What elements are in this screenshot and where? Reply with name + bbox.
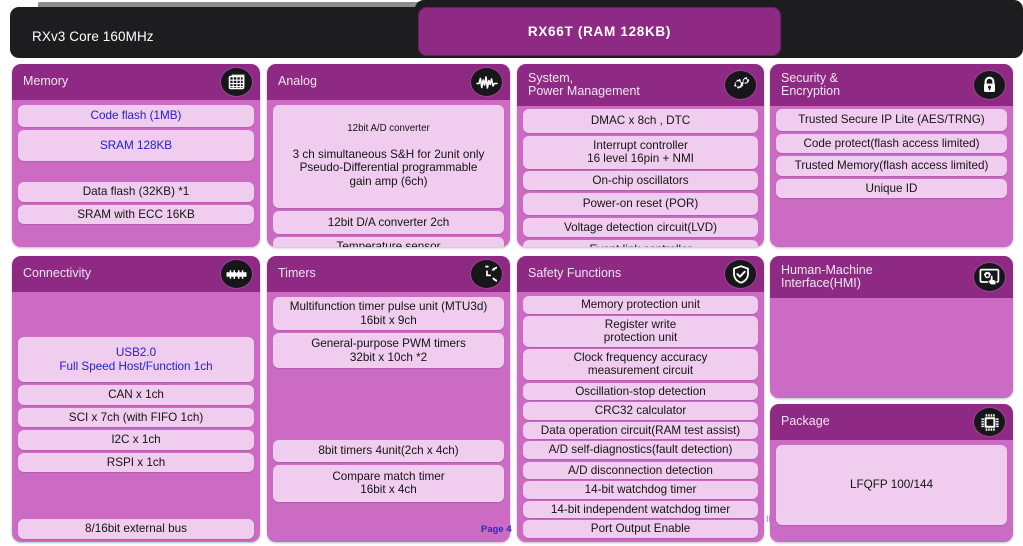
block-human-machine-interface[interactable]: Human-Machine Interface(HMI): [770, 256, 1013, 398]
block-body: USB2.0 Full Speed Host/Function 1ch CAN …: [12, 292, 260, 542]
feature-pill[interactable]: A/D self-diagnostics(fault detection): [523, 441, 758, 459]
feature-pill[interactable]: Unique ID: [776, 178, 1007, 198]
feature-pill[interactable]: 14-bit independent watchdog timer: [523, 500, 758, 518]
feature-pill[interactable]: Temperature sensor: [273, 237, 504, 247]
block-body: 12bit A/D converter 3 ch simultaneous S&…: [267, 100, 510, 247]
waveform-icon: [471, 68, 502, 96]
feature-pill[interactable]: SCI x 7ch (with FIFO 1ch): [18, 407, 254, 427]
feature-pill[interactable]: 12bit D/A converter 2ch: [273, 210, 504, 234]
block-title: Security & Encryption: [781, 70, 841, 98]
block-analog[interactable]: Analog 12bit A/D converter 3 ch simultan…: [267, 64, 510, 247]
block-memory[interactable]: Memory Code flash (1MB) SRAM 128KB Data …: [12, 64, 260, 247]
block-header: System, Power Management: [517, 64, 764, 106]
feature-pill[interactable]: General-purpose PWM timers 32bit x 10ch …: [273, 333, 504, 368]
feature-pill[interactable]: 14-bit watchdog timer: [523, 481, 758, 499]
block-header: Timers: [267, 256, 510, 292]
gap: [18, 297, 254, 337]
feature-pill[interactable]: A/D disconnection detection: [523, 461, 758, 479]
feature-pill[interactable]: LFQFP 100/144: [776, 445, 1007, 525]
block-body: [770, 298, 1013, 309]
feature-pill[interactable]: SRAM with ECC 16KB: [18, 204, 254, 224]
feature-pill[interactable]: RSPI x 1ch: [18, 452, 254, 472]
block-header: Memory: [12, 64, 260, 100]
block-body: Multifunction timer pulse unit (MTU3d) 1…: [267, 292, 510, 511]
feature-pill-group[interactable]: 12bit A/D converter 3 ch simultaneous S&…: [273, 105, 504, 208]
block-title: Safety Functions: [528, 266, 622, 281]
block-title: Connectivity: [23, 266, 92, 281]
block-body: Trusted Secure IP Lite (AES/TRNG) Code p…: [770, 106, 1013, 207]
gap: [18, 475, 254, 519]
feature-pill[interactable]: Code protect(flash access limited): [776, 133, 1007, 153]
lock-icon: [974, 71, 1005, 99]
feature-pill[interactable]: Data flash (32KB) *1: [18, 182, 254, 202]
gap: [18, 164, 254, 182]
block-security-encryption[interactable]: Security & Encryption Trusted Secure IP …: [770, 64, 1013, 247]
block-system-power-management[interactable]: System, Power Management DMAC x 8ch , DT…: [517, 64, 764, 247]
memory-chip-icon: [221, 68, 252, 96]
shield-check-icon: [725, 260, 756, 288]
block-title: Timers: [278, 266, 316, 281]
feature-pill[interactable]: Trusted Memory(flash access limited): [776, 156, 1007, 176]
feature-pill[interactable]: 8bit timers 4unit(2ch x 4ch): [273, 440, 504, 462]
feature-pill[interactable]: On-chip oscillators: [523, 170, 758, 190]
feature-pill[interactable]: Multifunction timer pulse unit (MTU3d) 1…: [273, 297, 504, 330]
feature-pill[interactable]: CRC32 calculator: [523, 402, 758, 420]
feature-pill[interactable]: Power-on reset (POR): [523, 193, 758, 215]
feature-pill[interactable]: Trusted Secure IP Lite (AES/TRNG): [776, 109, 1007, 131]
block-title: System, Power Management: [528, 70, 640, 98]
feature-pill[interactable]: Interrupt controller 16 level 16pin + NM…: [523, 135, 758, 169]
block-title: Package: [781, 414, 830, 429]
feature-pill[interactable]: Memory protection unit: [523, 296, 758, 314]
feature-pill[interactable]: Data operation circuit(RAM test assist): [523, 421, 758, 439]
block-title: Memory: [23, 74, 69, 89]
feature-pill[interactable]: Event link controller: [523, 240, 758, 247]
feature-pill[interactable]: Voltage detection circuit(LVD): [523, 217, 758, 237]
core-label: RXv3 Core 160MHz: [32, 29, 154, 44]
feature-line: 12bit A/D converter: [347, 122, 430, 134]
stopwatch-icon: [471, 260, 502, 288]
block-body: DMAC x 8ch , DTC Interrupt controller 16…: [517, 106, 764, 247]
touchscreen-icon: [974, 263, 1005, 291]
block-header: Human-Machine Interface(HMI): [770, 256, 1013, 298]
block-connectivity[interactable]: Connectivity USB2.0 Full Speed Host/Func…: [12, 256, 260, 542]
gears-icon: [725, 71, 756, 99]
block-body: Code flash (1MB) SRAM 128KB Data flash (…: [12, 100, 260, 233]
block-timers[interactable]: Timers Multifunction timer pulse unit (M…: [267, 256, 510, 542]
feature-pill[interactable]: 8/16bit external bus: [18, 519, 254, 539]
block-header: Safety Functions: [517, 256, 764, 292]
ghost-label: IE: [766, 514, 775, 524]
feature-line: 3 ch simultaneous S&H for 2unit only Pse…: [292, 147, 485, 188]
page-label: Page 4: [481, 524, 512, 535]
feature-pill[interactable]: Port Output Enable: [523, 520, 758, 538]
block-body: Memory protection unit Register write pr…: [517, 292, 764, 542]
plug-connector-icon: [221, 260, 252, 288]
block-header: Package: [770, 404, 1013, 440]
block-package[interactable]: Package LFQFP 100/144: [770, 404, 1013, 542]
block-header: Analog: [267, 64, 510, 100]
block-header: Connectivity: [12, 256, 260, 292]
feature-pill[interactable]: Register write protection unit: [523, 315, 758, 347]
chip-badge: RX66T (RAM 128KB): [418, 7, 781, 56]
feature-pill[interactable]: Oscillation-stop detection: [523, 382, 758, 400]
block-title: Analog: [278, 74, 317, 89]
feature-pill[interactable]: Compare match timer 16bit x 4ch: [273, 464, 504, 502]
feature-pill[interactable]: Clock frequency accuracy measurement cir…: [523, 348, 758, 380]
block-title: Human-Machine Interface(HMI): [781, 262, 873, 290]
block-header: Security & Encryption: [770, 64, 1013, 106]
block-safety-functions[interactable]: Safety Functions Memory protection unit …: [517, 256, 764, 542]
feature-pill[interactable]: I2C x 1ch: [18, 430, 254, 450]
feature-pill[interactable]: Code flash (1MB): [18, 105, 254, 127]
block-body: LFQFP 100/144: [770, 440, 1013, 534]
feature-pill[interactable]: CAN x 1ch: [18, 385, 254, 405]
gap: [273, 371, 504, 440]
feature-pill[interactable]: USB2.0 Full Speed Host/Function 1ch: [18, 337, 254, 382]
feature-pill[interactable]: DMAC x 8ch , DTC: [523, 109, 758, 133]
qfp-package-icon: [974, 408, 1005, 436]
feature-pill[interactable]: SRAM 128KB: [18, 129, 254, 161]
